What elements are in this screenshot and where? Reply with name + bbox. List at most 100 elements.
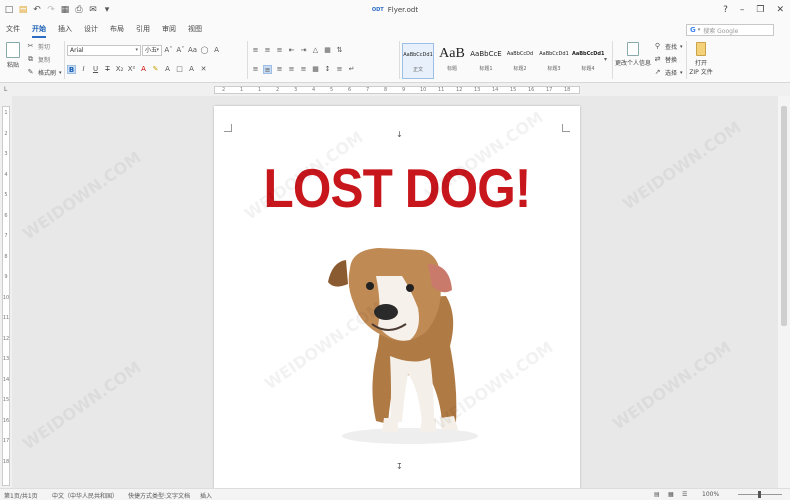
columns-icon[interactable]: ▦ xyxy=(311,65,320,74)
outline-view-icon[interactable]: ☰ xyxy=(682,491,687,498)
dog-photo[interactable] xyxy=(318,246,488,446)
style-title[interactable]: AaB 标题 xyxy=(436,43,468,79)
justify-icon[interactable]: ≡ xyxy=(287,65,296,74)
ruler-tick-label: 1 xyxy=(258,87,262,93)
show-marks-icon[interactable]: ↵ xyxy=(347,65,356,74)
zoom-slider-knob[interactable] xyxy=(758,491,761,498)
copy-button[interactable]: ⧉ 复制 xyxy=(26,55,50,64)
align-center-icon[interactable]: ≡ xyxy=(263,65,272,74)
italic-icon[interactable]: I xyxy=(79,65,88,74)
language-status[interactable]: 中文（中华人民共和国） xyxy=(52,491,118,500)
superscript-icon[interactable]: X² xyxy=(127,65,136,74)
font-size-value: 小五 xyxy=(145,47,158,54)
font-family-select[interactable]: Arial ▾ xyxy=(67,45,141,56)
zoom-slider[interactable] xyxy=(738,491,782,498)
open-zip-button[interactable]: 打开 ZIP 文件 xyxy=(689,42,713,76)
format-painter-label: 格式刷 xyxy=(38,70,57,77)
underline-icon[interactable]: U xyxy=(91,65,100,74)
print-icon[interactable]: ⎙ xyxy=(74,5,84,15)
paragraph-spacing-icon[interactable]: ≡ xyxy=(335,65,344,74)
phonetic-icon[interactable]: ◯ xyxy=(200,46,209,55)
align-right-icon[interactable]: ≡ xyxy=(275,65,284,74)
search-icon: ⚲ xyxy=(654,42,661,50)
strikethrough-icon[interactable]: T xyxy=(103,65,112,74)
borders-icon[interactable]: ▦ xyxy=(323,46,332,55)
shading-icon[interactable]: A xyxy=(163,65,172,74)
clear-format-icon[interactable]: ✕ xyxy=(199,65,208,74)
style-heading4[interactable]: AaBbCcDd1 标题4 xyxy=(572,43,604,79)
line-spacing-icon[interactable]: ↕ xyxy=(323,65,332,74)
align-tools-row: ≡ ≡ ≡ ≡ ≡ ▦ ↕ ≡ ↵ xyxy=(251,65,356,74)
save-icon[interactable]: ▦ xyxy=(60,5,70,15)
cut-button[interactable]: ✂ 剪切 xyxy=(26,42,50,51)
horizontal-ruler[interactable]: L 2 1 1 2 3 4 5 6 7 8 9 10 11 12 13 14 15 16 17 18 xyxy=(0,84,790,96)
font-size-select[interactable]: 小五 ▾ xyxy=(142,45,162,56)
gallery-expand-icon[interactable]: ▾ xyxy=(604,56,607,63)
minimize-button[interactable]: – xyxy=(740,5,745,15)
align-left-icon[interactable]: ≡ xyxy=(251,65,260,74)
customize-toolbar-icon[interactable]: ▾ xyxy=(102,5,112,15)
style-heading1[interactable]: AaBbCcE 标题1 xyxy=(470,43,502,79)
paste-button[interactable]: 粘贴 xyxy=(4,42,22,69)
close-button[interactable]: ✕ xyxy=(776,5,784,15)
distributed-icon[interactable]: ≡ xyxy=(299,65,308,74)
maximize-button[interactable]: ❐ xyxy=(756,5,764,15)
redo-icon[interactable]: ↷ xyxy=(46,5,56,15)
document-page[interactable]: ↓ LOST DOG! ↧ WEIDOWN.COM WEIDOWN.COM WE… xyxy=(214,106,580,488)
headline-text[interactable]: LOST DOG! xyxy=(232,156,561,220)
email-icon[interactable]: ✉ xyxy=(88,5,98,15)
shrink-font-icon[interactable]: Aˇ xyxy=(176,46,185,55)
outdent-icon[interactable]: ⇤ xyxy=(287,46,296,55)
undo-icon[interactable]: ↶ xyxy=(32,5,42,15)
style-heading3[interactable]: AaBbCcDd1 标题3 xyxy=(538,43,570,79)
style-normal[interactable]: AaBbCcDd1 正文 xyxy=(402,43,434,79)
zoom-level[interactable]: 100% xyxy=(702,491,719,498)
tab-insert[interactable]: 插入 xyxy=(58,20,72,38)
tab-layout[interactable]: 布局 xyxy=(110,20,124,38)
style-sample: AaBbCcDd1 xyxy=(539,51,569,57)
help-button[interactable]: ? xyxy=(723,5,728,15)
text-effect-icon[interactable]: A xyxy=(187,65,196,74)
copy-label: 复制 xyxy=(38,57,51,64)
chevron-down-icon[interactable]: ▾ xyxy=(698,27,701,33)
shading-fill-icon[interactable]: △ xyxy=(311,46,320,55)
style-heading2[interactable]: AaBbCcDd 标题2 xyxy=(504,43,536,79)
tab-stop-selector-icon[interactable]: L xyxy=(4,86,7,93)
indent-icon[interactable]: ⇥ xyxy=(299,46,308,55)
grow-font-icon[interactable]: Aˆ xyxy=(164,46,173,55)
new-document-icon[interactable]: □ xyxy=(4,5,14,15)
find-button[interactable]: ⚲ 查找 ▾ xyxy=(653,42,683,51)
format-painter-button[interactable]: ✎ 格式刷 ▾ xyxy=(26,68,62,77)
tab-design[interactable]: 设计 xyxy=(84,20,98,38)
highlight-icon[interactable]: ✎ xyxy=(151,65,160,74)
vertical-ruler[interactable]: 1 2 3 4 5 6 7 8 9 10 11 12 13 14 15 16 17 18 xyxy=(0,96,12,488)
ruler-tick-label: 11 xyxy=(438,87,445,93)
tab-references[interactable]: 引用 xyxy=(136,20,150,38)
insert-mode[interactable]: 插入 xyxy=(200,491,212,500)
bullet-list-icon[interactable]: ≡ xyxy=(251,46,260,55)
select-button[interactable]: ↗ 选择 ▾ xyxy=(653,68,683,77)
numbered-list-icon[interactable]: ≡ xyxy=(263,46,272,55)
subscript-icon[interactable]: X₂ xyxy=(115,65,124,74)
tab-file[interactable]: 文件 xyxy=(6,20,20,38)
char-border-icon[interactable]: □ xyxy=(175,65,184,74)
sort-icon[interactable]: ⇅ xyxy=(335,46,344,55)
enclose-char-icon[interactable]: A xyxy=(212,46,221,55)
font-color-icon[interactable]: A xyxy=(139,65,148,74)
search-input[interactable]: G ▾ 搜索 Google xyxy=(686,24,774,36)
page-count[interactable]: 第1页/共1页 xyxy=(4,491,38,500)
web-layout-icon[interactable]: ▦ xyxy=(668,491,674,498)
bold-icon[interactable]: B xyxy=(67,65,76,74)
print-layout-icon[interactable]: ▤ xyxy=(654,491,660,498)
tab-home[interactable]: 开始 xyxy=(32,20,46,38)
brush-icon: ✎ xyxy=(27,68,34,76)
change-case-icon[interactable]: Aa xyxy=(188,46,197,55)
tab-view[interactable]: 视图 xyxy=(188,20,202,38)
scrollbar-thumb[interactable] xyxy=(781,106,787,326)
open-folder-icon[interactable]: ▤ xyxy=(18,5,28,15)
change-user-info-button[interactable]: 更改个人信息 xyxy=(615,42,651,67)
replace-button[interactable]: ⇄ 替换 xyxy=(653,55,677,64)
multilevel-list-icon[interactable]: ≡ xyxy=(275,46,284,55)
tab-review[interactable]: 审阅 xyxy=(162,20,176,38)
vertical-scrollbar[interactable] xyxy=(778,96,790,488)
